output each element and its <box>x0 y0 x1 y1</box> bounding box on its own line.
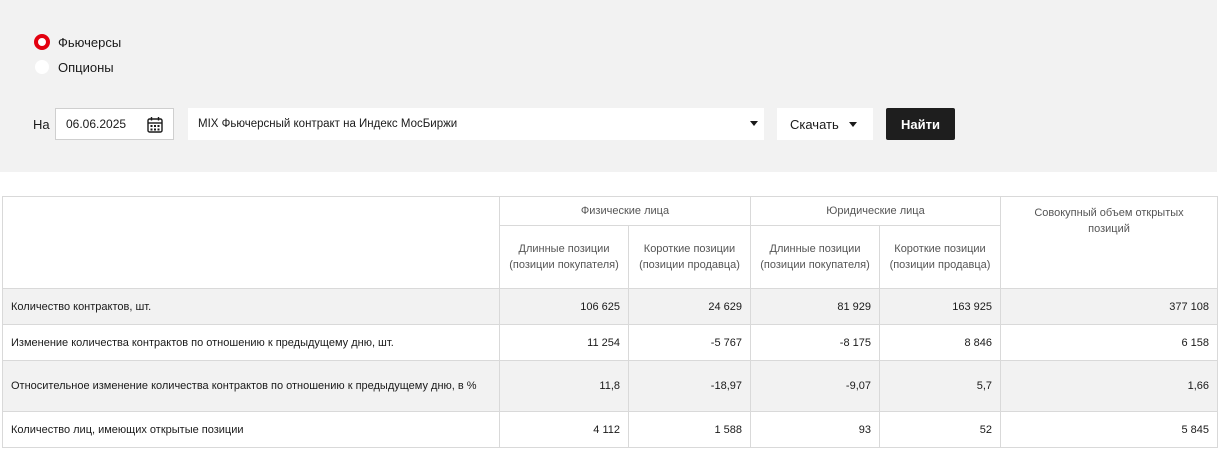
header-empty-cell <box>2 196 500 289</box>
cell-value: 11 254 <box>499 324 629 361</box>
row-label: Относительное изменение количества контр… <box>2 360 500 412</box>
find-button[interactable]: Найти <box>886 108 955 140</box>
header-individuals-short: Короткие позиции (позиции продавца) <box>628 225 751 289</box>
chevron-down-icon <box>849 122 857 127</box>
download-button[interactable]: Скачать <box>777 108 873 140</box>
date-input[interactable]: 06.06.2025 <box>55 108 174 140</box>
cell-value: 377 108 <box>1000 288 1218 325</box>
header-legal-entities: Юридические лица <box>750 196 1001 226</box>
header-legal-long: Длинные позиции (позиции покупателя) <box>750 225 880 289</box>
table-row: Количество контрактов, шт. 106 625 24 62… <box>2 288 1218 325</box>
table-row: Количество лиц, имеющих открытые позиции… <box>2 411 1218 448</box>
contract-select-value: MIX Фьючерсный контракт на Индекс МосБир… <box>198 118 458 130</box>
cell-value: 163 925 <box>879 288 1001 325</box>
cell-value: 5 845 <box>1000 411 1218 448</box>
calendar-icon[interactable] <box>147 116 163 136</box>
cell-value: -5 767 <box>628 324 751 361</box>
row-label: Изменение количества контрактов по отнош… <box>2 324 500 361</box>
header-individuals: Физические лица <box>499 196 751 226</box>
cell-value: -9,07 <box>750 360 880 412</box>
cell-value: 106 625 <box>499 288 629 325</box>
cell-value: 24 629 <box>628 288 751 325</box>
cell-value: 5,7 <box>879 360 1001 412</box>
cell-value: 8 846 <box>879 324 1001 361</box>
cell-value: 4 112 <box>499 411 629 448</box>
table-row: Изменение количества контрактов по отнош… <box>2 324 1218 361</box>
cell-value: 1,66 <box>1000 360 1218 412</box>
header-total-open-interest: Совокупный объем открытых позиций <box>1000 196 1218 289</box>
download-button-label: Скачать <box>790 116 839 132</box>
radio-futures[interactable]: Фьючерсы <box>34 34 121 50</box>
radio-futures-label: Фьючерсы <box>58 34 122 50</box>
cell-value: 1 588 <box>628 411 751 448</box>
cell-value: -18,97 <box>628 360 751 412</box>
cell-value: 52 <box>879 411 1001 448</box>
date-label: На <box>33 117 50 132</box>
cell-value: 81 929 <box>750 288 880 325</box>
date-value: 06.06.2025 <box>66 117 127 131</box>
row-label: Количество контрактов, шт. <box>2 288 500 325</box>
radio-options-label: Опционы <box>58 59 114 75</box>
filter-panel: Фьючерсы Опционы На 06.06.2025 MIX Фьюче… <box>0 0 1217 172</box>
radio-options[interactable]: Опционы <box>34 59 114 75</box>
cell-value: 6 158 <box>1000 324 1218 361</box>
cell-value: 11,8 <box>499 360 629 412</box>
header-individuals-long: Длинные позиции (позиции покупателя) <box>499 225 629 289</box>
open-interest-table: Физические лица Юридические лица Совокуп… <box>2 196 1218 448</box>
chevron-down-icon <box>750 121 758 126</box>
radio-selected-icon[interactable] <box>34 34 50 50</box>
radio-unselected-icon[interactable] <box>34 59 50 75</box>
header-legal-short: Короткие позиции (позиции продавца) <box>879 225 1001 289</box>
cell-value: 93 <box>750 411 880 448</box>
cell-value: -8 175 <box>750 324 880 361</box>
row-label: Количество лиц, имеющих открытые позиции <box>2 411 500 448</box>
table-row: Относительное изменение количества контр… <box>2 360 1218 412</box>
contract-select[interactable]: MIX Фьючерсный контракт на Индекс МосБир… <box>188 108 764 140</box>
